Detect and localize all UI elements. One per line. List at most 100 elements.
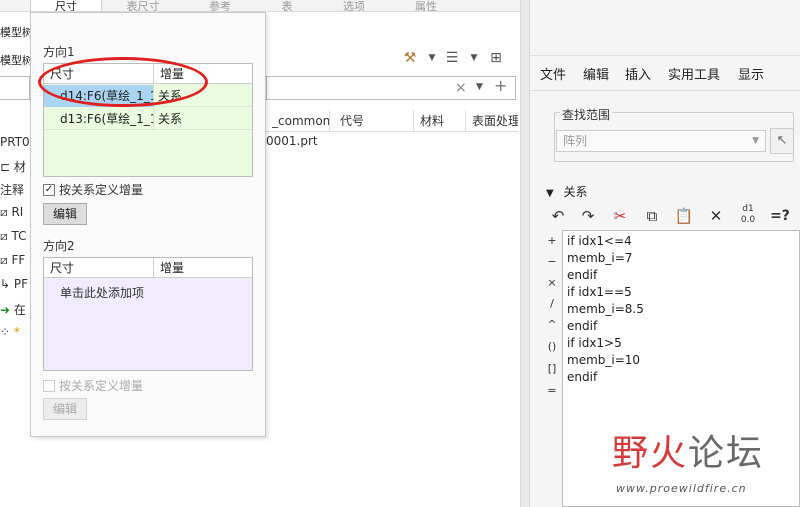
row-dimension: d13:F6(草绘_1_1) [44,108,154,130]
redo-icon[interactable]: ↷ [576,204,600,228]
pattern-icon: ⁘ [0,325,11,339]
file-table-header: _common_ 代号 材料 表面处理 [266,110,518,132]
direction1-relation-checkbox[interactable]: ✓ 按关系定义增量 [43,181,143,198]
chevron-down-icon[interactable]: ▼ [476,82,483,92]
evaluate-icon[interactable]: =? [768,204,792,228]
direction2-relation-checkbox[interactable]: 按关系定义增量 [43,377,143,394]
direction1-table[interactable]: 尺寸 增量 d14:F6(草绘_1_1) 关系 d13:F6(草绘_1_1) 关… [43,63,253,177]
column-code[interactable]: 代号 [334,110,414,132]
tree-item-annotation[interactable]: 注释 [0,181,24,198]
tab-options[interactable]: 选项 [324,0,384,11]
show-hide-icon[interactable]: ⊞ [486,48,506,68]
minus-operator[interactable]: − [542,255,562,268]
chevron-down-icon[interactable]: ▼ [422,48,442,68]
equals-operator[interactable]: = [542,384,562,397]
add-item-hint[interactable]: 单击此处添加项 [60,284,144,301]
tree-item-front-plane[interactable]: ⧄ FF [0,253,25,268]
direction2-edit-button[interactable]: 编辑 [43,398,87,420]
column-common[interactable]: _common_ [266,110,330,132]
watermark-text: 野火论坛 [612,433,765,474]
code-line[interactable]: endif [567,318,795,335]
copy-icon[interactable]: ⧉ [640,204,664,228]
checkbox-checked[interactable]: ✓ [43,183,55,196]
model-tree-label[interactable]: 模型树 [0,24,33,40]
code-line[interactable]: endif [567,369,795,386]
direction1-edit-button[interactable]: 编辑 [43,203,87,225]
clear-icon[interactable]: × [455,80,467,96]
plus-operator[interactable]: + [542,234,562,247]
menu-display[interactable]: 显示 [738,64,764,83]
tab-properties[interactable]: 属性 [394,0,458,11]
table-row[interactable]: d14:F6(草绘_1_1) 关系 [44,85,252,107]
watermark-logo: 野火论坛 www.proewildfire.cn [612,424,792,504]
menu-file[interactable]: 文件 [540,64,566,83]
model-toolbar: ⚒ ▼ ☰ ▼ ⊞ [398,46,520,72]
file-row[interactable]: 0001.prt [266,134,318,148]
menu-divider [530,90,800,91]
row-increment[interactable]: 关系 [154,85,252,107]
direction1-title: 方向1 [43,45,75,59]
menu-edit[interactable]: 编辑 [583,64,609,83]
panel-separator[interactable] [520,0,530,507]
pick-cursor-button[interactable]: ↖ [770,128,794,154]
direction2-table[interactable]: 尺寸 增量 单击此处添加项 [43,257,253,371]
undo-icon[interactable]: ↶ [546,204,570,228]
code-line[interactable]: if idx1>5 [567,335,795,352]
relations-section-header[interactable]: ▼ 关系 [546,183,588,200]
scope-label: 查找范围 [560,106,613,123]
top-tab-bar: 尺寸 表尺寸 参考 表 选项 属性 [0,0,520,12]
code-line[interactable]: endif [567,267,795,284]
tree-search-input[interactable] [0,76,30,100]
tree-item-part[interactable]: PRT0 [0,135,30,149]
row-increment[interactable]: 关系 [154,108,252,130]
code-line[interactable]: if idx1<=4 [567,233,795,250]
cursor-icon: ↖ [776,133,788,148]
code-line[interactable]: memb_i=10 [567,352,795,369]
collapse-triangle-icon: ▼ [546,188,554,199]
tree-item-insert-here[interactable]: ➜ 在 [0,301,26,318]
section-title: 关系 [563,185,588,199]
tree-item-csys[interactable]: ↳ PF [0,277,28,291]
relations-toolbar: ↶ ↷ ✂ ⧉ 📋 ✕ d1 0.0 =? [546,204,796,228]
brackets-operator[interactable]: [] [542,362,562,375]
scope-select[interactable]: 阵列 ▼ [556,130,766,152]
parentheses-operator[interactable]: () [542,340,562,353]
watermark-url: www.proewildfire.cn [616,482,747,495]
paste-icon[interactable]: 📋 [672,204,696,228]
tab-dimensions[interactable]: 尺寸 [30,0,102,11]
code-line[interactable]: memb_i=8.5 [567,301,795,318]
pattern-dimension-popup: 方向1 尺寸 增量 d14:F6(草绘_1_1) 关系 d13:F6(草绘_1_… [30,12,266,437]
list-settings-icon[interactable]: ☰ [442,48,462,68]
add-icon[interactable]: + [494,76,507,95]
tab-references[interactable]: 参考 [190,0,250,11]
switch-dimensions-icon[interactable]: d1 0.0 [736,204,760,228]
tree-item-top-plane[interactable]: ⧄ TC [0,229,26,244]
checkbox-label: 按关系定义增量 [59,379,144,393]
cut-icon[interactable]: ✂ [608,204,632,228]
tree-item-right-plane[interactable]: ⧄ RI [0,205,23,220]
scope-value: 阵列 [563,134,588,148]
model-tree-label-2[interactable]: 模型树 [0,52,33,68]
table-row[interactable]: d13:F6(草绘_1_1) 关系 [44,108,252,130]
divide-operator[interactable]: / [542,297,562,310]
menu-utilities[interactable]: 实用工具 [668,64,720,83]
chevron-down-icon[interactable]: ▼ [464,48,484,68]
delete-icon[interactable]: ✕ [704,204,728,228]
column-material[interactable]: 材料 [414,110,466,132]
header-increment: 增量 [154,64,252,84]
power-operator[interactable]: ^ [542,318,562,331]
tools-icon[interactable]: ⚒ [400,48,420,68]
header-dimension: 尺寸 [44,64,154,84]
code-line[interactable]: if idx1==5 [567,284,795,301]
checkbox-unchecked[interactable] [43,379,55,392]
tree-item-material[interactable]: ⊏ 材 [0,158,26,175]
column-surface[interactable]: 表面处理 [466,110,518,132]
row-dimension: d14:F6(草绘_1_1) [44,85,154,107]
multiply-operator[interactable]: × [542,276,562,289]
menu-insert[interactable]: 插入 [625,64,651,83]
tab-table[interactable]: 表 [262,0,312,11]
tree-item-pattern[interactable]: ⁘ * [0,325,20,339]
code-line[interactable]: memb_i=7 [567,250,795,267]
header-increment: 增量 [154,258,252,278]
tab-table-dimensions[interactable]: 表尺寸 [108,0,178,11]
